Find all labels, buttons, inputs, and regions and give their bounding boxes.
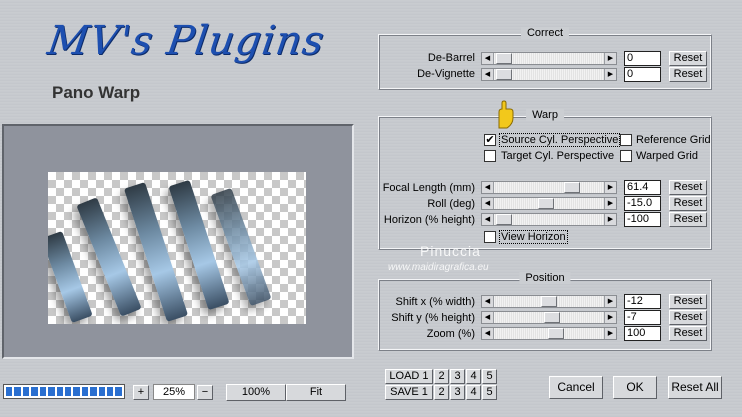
slider-left-arrow-icon[interactable]: ◀ xyxy=(482,296,494,307)
shift-y-label: Shift y (% height) xyxy=(391,312,475,324)
roll-value[interactable]: -15.0 xyxy=(624,196,661,211)
save-1-button[interactable]: SAVE 1 xyxy=(385,385,433,400)
source-cyl-label[interactable]: Source Cyl. Perspective xyxy=(499,133,621,147)
zoom-level: 25% xyxy=(153,384,195,400)
reset-all-button[interactable]: Reset All xyxy=(668,376,722,399)
view-horizon-checkbox[interactable] xyxy=(484,231,496,243)
slider-thumb[interactable] xyxy=(496,69,512,80)
load-5-button[interactable]: 5 xyxy=(482,369,497,384)
de-barrel-slider[interactable]: ◀ ▶ xyxy=(481,52,617,65)
de-vignette-reset-button[interactable]: Reset xyxy=(669,67,707,82)
position-title: Position xyxy=(519,272,571,284)
horizon-label: Horizon (% height) xyxy=(383,214,475,226)
slider-left-arrow-icon[interactable]: ◀ xyxy=(482,312,494,323)
hand-pointer-icon xyxy=(498,100,514,129)
slider-left-arrow-icon[interactable]: ◀ xyxy=(482,214,494,225)
slider-thumb[interactable] xyxy=(496,53,512,64)
slider-left-arrow-icon[interactable]: ◀ xyxy=(482,69,494,80)
ok-button[interactable]: OK xyxy=(613,376,657,399)
target-cyl-label[interactable]: Target Cyl. Perspective xyxy=(501,150,614,162)
slider-thumb[interactable] xyxy=(538,198,554,209)
zoom-fit-button[interactable]: Fit xyxy=(286,384,346,401)
slider-right-arrow-icon[interactable]: ▶ xyxy=(604,198,616,209)
slider-thumb[interactable] xyxy=(564,182,580,193)
horizon-value[interactable]: -100 xyxy=(624,212,661,227)
zoom-in-button[interactable]: + xyxy=(133,385,149,400)
de-vignette-value[interactable]: 0 xyxy=(624,67,661,82)
target-cyl-checkbox[interactable] xyxy=(484,150,496,162)
horizon-slider[interactable]: ◀ ▶ xyxy=(481,213,617,226)
plugin-title: Pano Warp xyxy=(52,83,141,102)
watermark-name: Pinuccia xyxy=(420,243,481,259)
zoom-100-button[interactable]: 100% xyxy=(226,384,286,401)
roll-slider[interactable]: ◀ ▶ xyxy=(481,197,617,210)
warped-strip xyxy=(48,230,93,324)
focal-length-reset-button[interactable]: Reset xyxy=(669,180,707,195)
save-5-button[interactable]: 5 xyxy=(482,385,497,400)
slider-right-arrow-icon[interactable]: ▶ xyxy=(604,312,616,323)
zoom-slider[interactable]: ◀ ▶ xyxy=(481,327,617,340)
zoom-label: Zoom (%) xyxy=(426,328,475,340)
focal-length-slider[interactable]: ◀ ▶ xyxy=(481,181,617,194)
cancel-button[interactable]: Cancel xyxy=(549,376,603,399)
warped-grid-label[interactable]: Warped Grid xyxy=(636,150,698,162)
zoom-out-button[interactable]: − xyxy=(197,385,213,400)
reference-grid-label[interactable]: Reference Grid xyxy=(636,134,711,146)
correct-title: Correct xyxy=(520,27,570,39)
slider-thumb[interactable] xyxy=(544,312,560,323)
shift-x-label: Shift x (% width) xyxy=(395,296,475,308)
slider-right-arrow-icon[interactable]: ▶ xyxy=(604,214,616,225)
view-horizon-label[interactable]: View Horizon xyxy=(499,230,568,244)
zoom-reset-button[interactable]: Reset xyxy=(669,326,707,341)
mvs-plugins-logo: MV's Plugins xyxy=(44,18,328,64)
reference-grid-checkbox[interactable] xyxy=(620,134,632,146)
slider-thumb[interactable] xyxy=(541,296,557,307)
de-barrel-value[interactable]: 0 xyxy=(624,51,661,66)
preview-image[interactable] xyxy=(48,172,306,324)
horizon-reset-button[interactable]: Reset xyxy=(669,212,707,227)
slider-left-arrow-icon[interactable]: ◀ xyxy=(482,198,494,209)
watermark-url: www.maidiragrafica.eu xyxy=(388,262,489,273)
load-2-button[interactable]: 2 xyxy=(434,369,449,384)
de-barrel-label: De-Barrel xyxy=(427,52,475,64)
load-4-button[interactable]: 4 xyxy=(466,369,481,384)
de-vignette-slider[interactable]: ◀ ▶ xyxy=(481,68,617,81)
slider-right-arrow-icon[interactable]: ▶ xyxy=(604,296,616,307)
load-1-button[interactable]: LOAD 1 xyxy=(385,369,433,384)
shift-x-slider[interactable]: ◀ ▶ xyxy=(481,295,617,308)
focal-length-label: Focal Length (mm) xyxy=(382,182,475,194)
shift-x-reset-button[interactable]: Reset xyxy=(669,294,707,309)
shift-y-slider[interactable]: ◀ ▶ xyxy=(481,311,617,324)
warp-title: Warp xyxy=(526,109,564,121)
de-vignette-label: De-Vignette xyxy=(417,68,475,80)
source-cyl-checkbox[interactable]: ✔ xyxy=(484,134,496,146)
roll-label: Roll (deg) xyxy=(427,198,475,210)
load-3-button[interactable]: 3 xyxy=(450,369,465,384)
zoom-value[interactable]: 100 xyxy=(624,326,661,341)
shift-y-reset-button[interactable]: Reset xyxy=(669,310,707,325)
slider-thumb[interactable] xyxy=(548,328,564,339)
shift-x-value[interactable]: -12 xyxy=(624,294,661,309)
slider-thumb[interactable] xyxy=(496,214,512,225)
roll-reset-button[interactable]: Reset xyxy=(669,196,707,211)
slider-right-arrow-icon[interactable]: ▶ xyxy=(604,69,616,80)
progress-bar xyxy=(3,384,125,399)
save-4-button[interactable]: 4 xyxy=(466,385,481,400)
save-2-button[interactable]: 2 xyxy=(434,385,449,400)
de-barrel-reset-button[interactable]: Reset xyxy=(669,51,707,66)
focal-length-value[interactable]: 61.4 xyxy=(624,180,661,195)
slider-left-arrow-icon[interactable]: ◀ xyxy=(482,53,494,64)
slider-right-arrow-icon[interactable]: ▶ xyxy=(604,328,616,339)
warped-grid-checkbox[interactable] xyxy=(620,150,632,162)
slider-left-arrow-icon[interactable]: ◀ xyxy=(482,182,494,193)
slider-left-arrow-icon[interactable]: ◀ xyxy=(482,328,494,339)
slider-right-arrow-icon[interactable]: ▶ xyxy=(604,182,616,193)
shift-y-value[interactable]: -7 xyxy=(624,310,661,325)
slider-right-arrow-icon[interactable]: ▶ xyxy=(604,53,616,64)
save-3-button[interactable]: 3 xyxy=(450,385,465,400)
